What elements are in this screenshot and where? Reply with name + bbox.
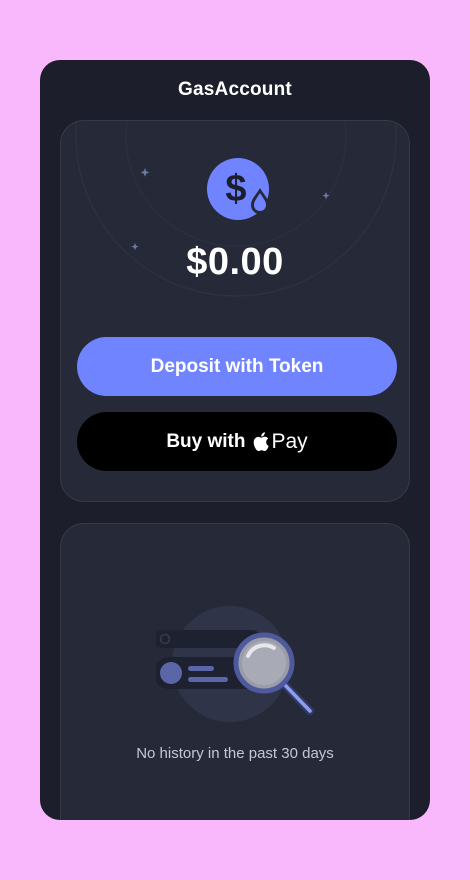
app-window: GasAccount $ $0.00 Deposit with Token Bu…: [40, 60, 430, 820]
deposit-button-label: Deposit with Token: [150, 355, 324, 377]
pay-label: Pay: [271, 429, 308, 453]
svg-text:$: $: [225, 168, 246, 210]
dollar-gas-drop-icon: $: [207, 158, 269, 220]
decorative-background: [75, 121, 397, 297]
sparkle-icon: [322, 192, 330, 200]
buy-with-apple-pay-button[interactable]: Buy with Pay: [77, 412, 397, 471]
page-title: GasAccount: [178, 79, 292, 100]
balance-amount: $0.00: [186, 241, 284, 283]
balance-card: $ $0.00 Deposit with Token Buy with Pay: [60, 120, 410, 502]
sparkle-icon: [140, 168, 150, 177]
empty-history-message: No history in the past 30 days: [136, 745, 334, 762]
buy-button-label: Buy with: [166, 430, 246, 452]
magnifier-empty-list-icon: [156, 606, 314, 722]
apple-logo-icon: [254, 432, 270, 451]
deposit-with-token-button[interactable]: Deposit with Token: [77, 337, 397, 396]
history-card: No history in the past 30 days: [60, 523, 410, 820]
